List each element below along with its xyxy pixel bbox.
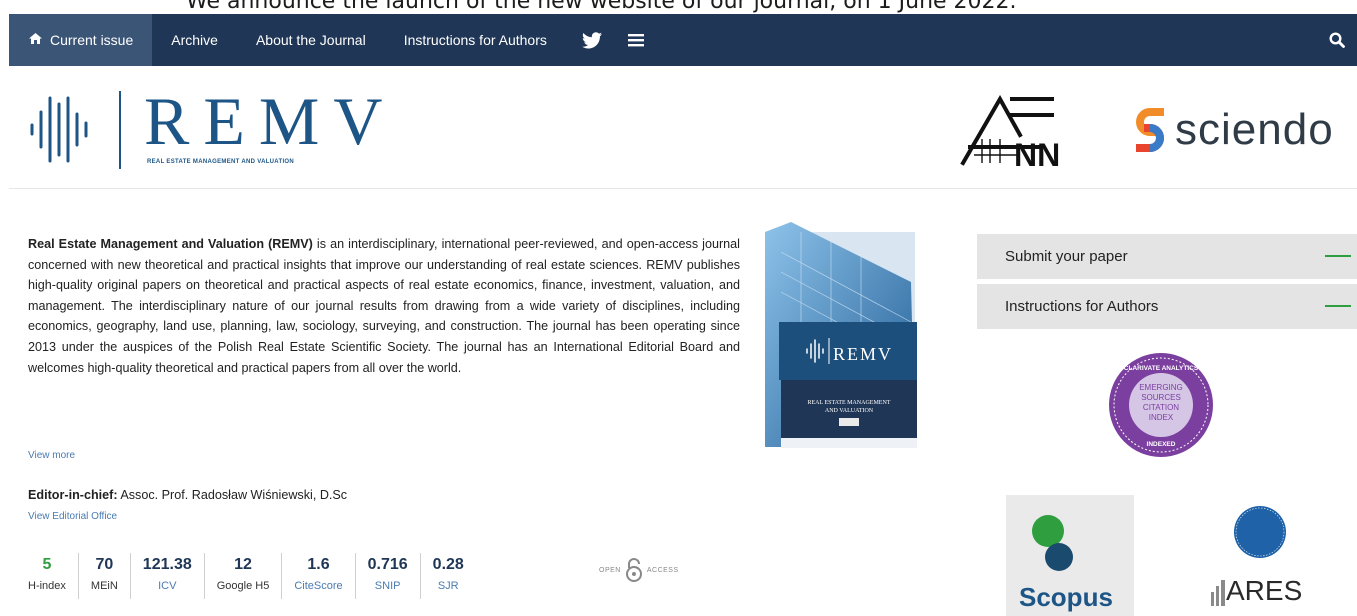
nav-archive-label: Archive (171, 32, 218, 48)
metric-sjr[interactable]: 0.28 SJR (419, 553, 476, 599)
sciendo-logo[interactable]: sciendo (1134, 108, 1334, 152)
scopus-wordmark: Scopus (1019, 582, 1113, 612)
open-access-badge: OPEN ACCESS (599, 558, 679, 582)
metric-value: 0.716 (367, 556, 408, 573)
ares-wordmark: ARES (1226, 575, 1303, 606)
nav-instructions[interactable]: Instructions for Authors (385, 14, 566, 66)
nav-archive[interactable]: Archive (152, 14, 237, 66)
esci-line3: CITATION (1143, 403, 1179, 412)
expand-dash-icon (1325, 255, 1351, 257)
journal-cover-image[interactable]: REMV REAL ESTATE MANAGEMENT AND VALUATIO… (761, 222, 921, 450)
instructions-for-authors-button[interactable]: Instructions for Authors (977, 284, 1357, 329)
metric-google-h5: 12 Google H5 (203, 553, 282, 599)
open-access-left: OPEN (599, 566, 621, 574)
metric-citescore[interactable]: 1.6 CiteScore (281, 553, 354, 599)
soundwave-logo-icon (30, 96, 88, 163)
nav-current-issue-label: Current issue (50, 32, 134, 48)
instructions-label: Instructions for Authors (1005, 298, 1159, 315)
metric-label[interactable]: CiteScore (294, 577, 342, 595)
metric-label: Google H5 (216, 580, 270, 592)
expand-dash-icon (1325, 305, 1351, 307)
open-access-right: ACCESS (646, 566, 679, 574)
sciendo-wordmark: sciendo (1175, 105, 1334, 154)
home-icon (29, 33, 42, 47)
metric-value: 121.38 (142, 556, 192, 573)
scopus-dots-icon (1032, 515, 1073, 571)
view-editorial-office-link[interactable]: View Editorial Office (28, 511, 117, 522)
metric-label: H-index (28, 580, 66, 592)
cover-title: REMV (833, 344, 893, 364)
esci-indexed-badge[interactable]: CLARIVATE ANALYTICS EMERGING SOURCES CIT… (1106, 350, 1216, 460)
metric-mein: 70 MEiN (77, 553, 130, 599)
view-more-link[interactable]: View more (28, 450, 75, 461)
header-divider (9, 188, 1357, 189)
nav-instructions-label: Instructions for Authors (403, 32, 547, 48)
editor-in-chief: Editor-in-chief: Assoc. Prof. Radosław W… (28, 488, 347, 502)
ac-nn-letters: NN (1014, 137, 1060, 167)
esci-line2: SOURCES (1141, 393, 1181, 402)
logo-title: REMV (144, 83, 397, 159)
metric-label[interactable]: ICV (158, 577, 176, 595)
metric-icv[interactable]: 121.38 ICV (129, 553, 204, 599)
nav-current-issue[interactable]: Current issue (9, 14, 153, 66)
metric-label[interactable]: SJR (438, 577, 459, 595)
editor-label: Editor-in-chief: (28, 488, 118, 502)
scopus-badge[interactable]: Scopus (1006, 495, 1134, 616)
submit-paper-button[interactable]: Submit your paper (977, 234, 1357, 279)
journal-logo[interactable]: REMV REAL ESTATE MANAGEMENT AND VALUATIO… (28, 83, 388, 178)
cover-line2: AND VALUATION (825, 408, 874, 414)
metric-value: 5 (42, 556, 52, 573)
sciendo-s-icon (1136, 108, 1164, 152)
metric-value: 0.28 (432, 556, 464, 573)
menu-icon[interactable] (616, 14, 656, 66)
submit-paper-label: Submit your paper (1005, 248, 1128, 265)
logo-divider (119, 91, 121, 169)
main-navbar: Current issue Archive About the Journal … (9, 14, 1357, 66)
esci-line4: INDEX (1149, 413, 1174, 422)
editor-name: Assoc. Prof. Radosław Wiśniewski, D.Sc (120, 488, 348, 502)
metric-h-index: 5 H-index (28, 553, 78, 599)
announcement-banner: We announce the launch of the new websit… (0, 0, 1357, 14)
search-icon[interactable] (1329, 14, 1345, 66)
cover-line1: REAL ESTATE MANAGEMENT (808, 400, 891, 406)
esci-line1: EMERGING (1139, 383, 1183, 392)
logo-subtitle: REAL ESTATE MANAGEMENT AND VALUATION (147, 159, 295, 165)
metric-value: 1.6 (307, 556, 330, 573)
nav-about-label: About the Journal (255, 32, 366, 48)
nav-about-journal[interactable]: About the Journal (237, 14, 385, 66)
esci-bottom-text: INDEXED (1147, 441, 1176, 448)
metric-label: MEiN (90, 580, 118, 592)
metric-value: 70 (95, 556, 114, 573)
announcement-text: We announce the launch of the new websit… (186, 0, 1017, 14)
description-text: is an interdisciplinary, international p… (28, 237, 740, 375)
twitter-icon[interactable] (578, 14, 606, 66)
journal-name: Real Estate Management and Valuation (RE… (28, 237, 313, 251)
ac-nn-partner-logo[interactable]: NN (960, 95, 1080, 167)
metric-label[interactable]: SNIP (375, 577, 401, 595)
journal-metrics: 5 H-index 70 MEiN 121.38 ICV 12 Google H… (28, 553, 476, 599)
metric-snip[interactable]: 0.716 SNIP (354, 553, 420, 599)
esci-top-text: CLARIVATE ANALYTICS (1124, 365, 1199, 372)
journal-description: Real Estate Management and Valuation (RE… (28, 234, 740, 378)
metric-value: 12 (234, 556, 252, 573)
open-lock-icon (625, 558, 642, 582)
